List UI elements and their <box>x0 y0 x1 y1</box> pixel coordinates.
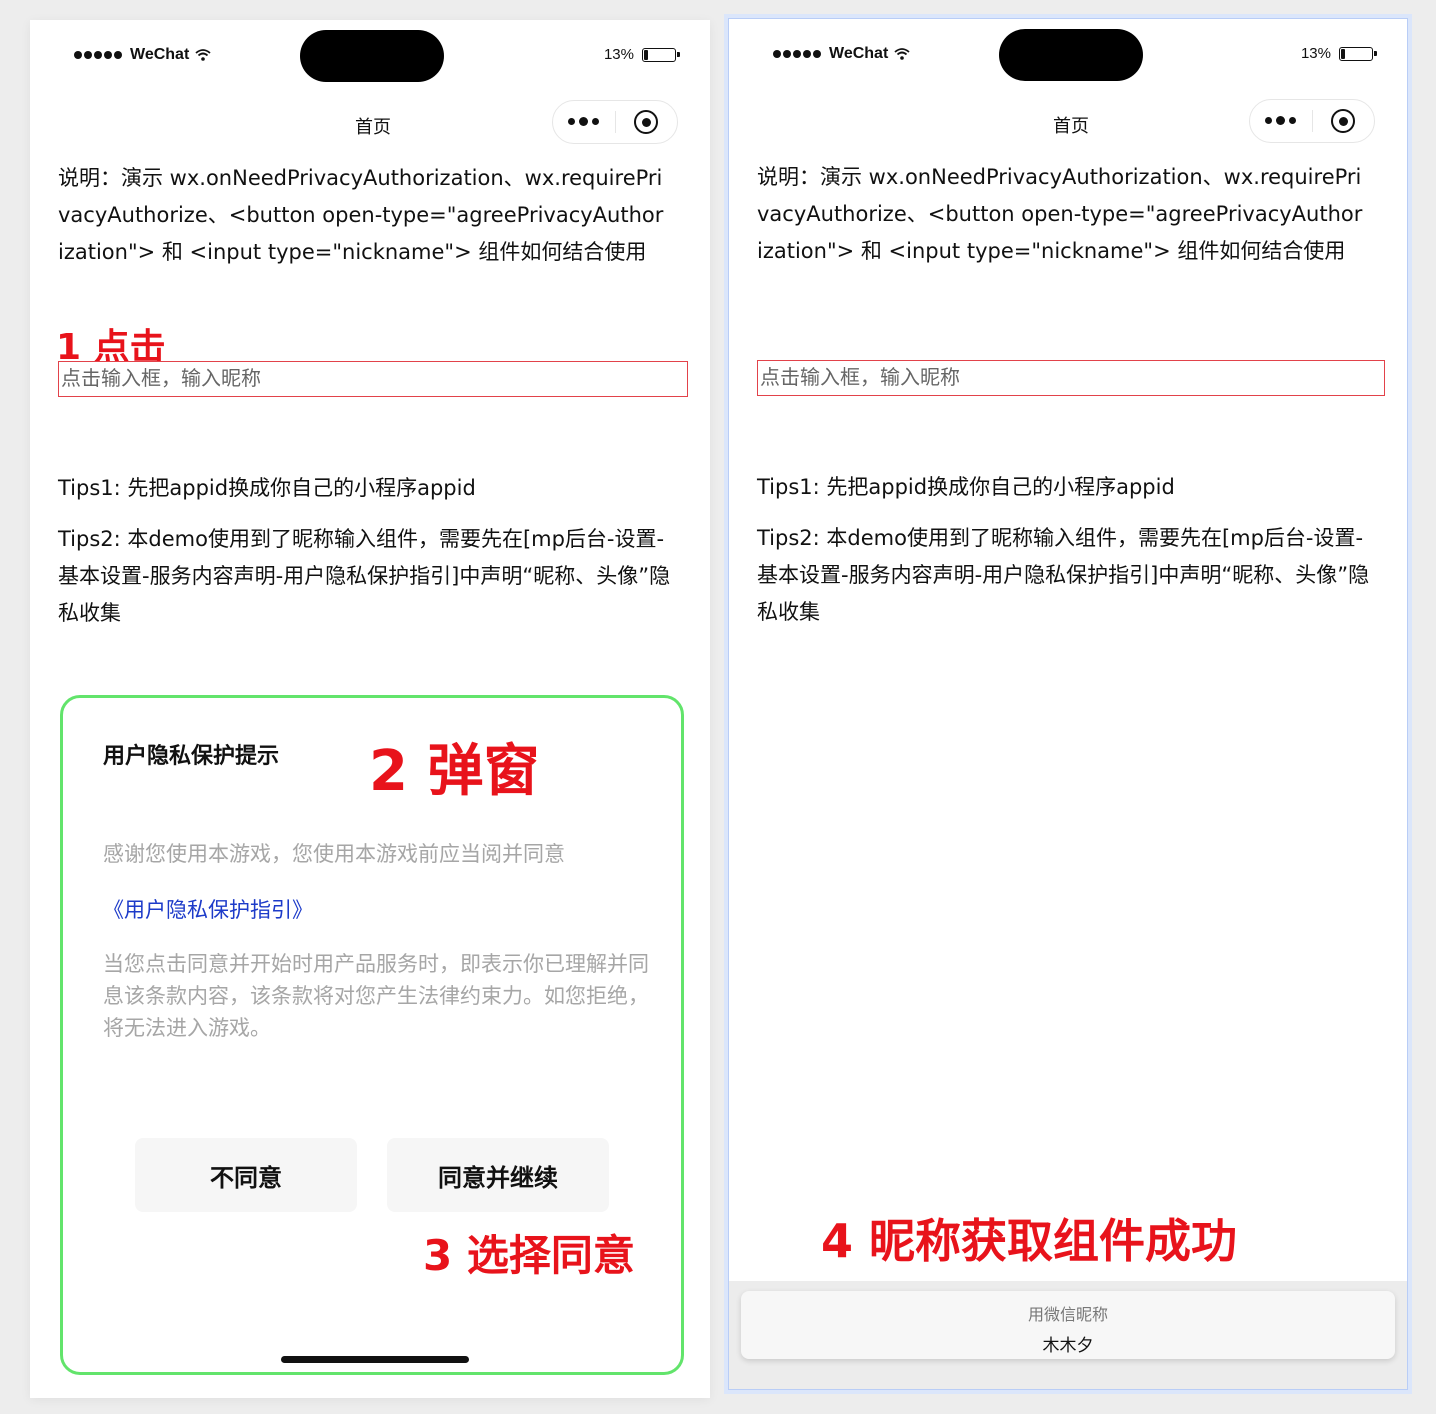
signal-dot-icon <box>84 51 92 59</box>
mini-program-capsule <box>1249 99 1375 143</box>
wechat-nickname-suggestion[interactable]: 用微信昵称 木木夕 <box>741 1291 1395 1359</box>
battery-icon <box>642 47 680 62</box>
signal-indicator: WeChat <box>74 46 211 64</box>
carrier-name: WeChat <box>130 46 190 63</box>
signal-dot-icon <box>803 50 811 58</box>
signal-dot-icon <box>74 51 82 59</box>
status-bar: WeChat 13% <box>757 19 1385 89</box>
phone-screen-right: WeChat 13% 首页 说明：演示 wx.onNeedPrivacyAuth… <box>728 18 1408 1390</box>
popup-intro-text: 感谢您使用本游戏，您使用本游戏前应当阅并同意 <box>103 842 565 866</box>
agree-continue-button[interactable]: 同意并继续 <box>387 1138 609 1212</box>
close-miniprogram-icon[interactable] <box>1313 109 1375 133</box>
disagree-button[interactable]: 不同意 <box>135 1138 357 1212</box>
annotation-step3: 3 选择同意 <box>423 1231 635 1280</box>
mini-program-capsule <box>552 100 678 144</box>
phone-screen-left: WeChat 13% 首页 说明：演示 wx.onNeedPrivacyAuth… <box>30 20 710 1398</box>
home-indicator <box>281 1356 469 1363</box>
description-text: 说明：演示 wx.onNeedPrivacyAuthorization、wx.r… <box>58 166 664 264</box>
annotation-step4: 4 昵称获取组件成功 <box>821 1214 1238 1268</box>
tips1-text: Tips1: 先把appid换成你自己的小程序appid <box>58 476 476 500</box>
wifi-icon <box>195 49 211 61</box>
carrier-name: WeChat <box>829 45 889 62</box>
close-miniprogram-icon[interactable] <box>616 110 678 134</box>
description-text: 说明：演示 wx.onNeedPrivacyAuthorization、wx.r… <box>757 165 1363 263</box>
battery-percent: 13% <box>603 46 634 63</box>
battery-percent: 13% <box>1300 45 1331 62</box>
suggestion-value: 木木夕 <box>1042 1336 1094 1356</box>
signal-indicator: WeChat <box>773 45 910 63</box>
dynamic-island <box>300 30 444 82</box>
signal-dot-icon <box>114 51 122 59</box>
page-content: WeChat 13% 首页 说明：演示 wx.onNeedPrivacyAuth… <box>757 19 1385 1389</box>
battery-indicator: 13% <box>603 46 680 63</box>
more-icon[interactable] <box>1250 116 1312 125</box>
tips2-text: Tips2: 本demo使用到了昵称输入组件，需要先在[mp后台-设置-基本设置… <box>757 526 1370 624</box>
battery-fill <box>1341 48 1345 59</box>
annotation-step2: 2 弹窗 <box>369 739 540 804</box>
popup-terms-text: 当您点击同意并开始时用产品服务时，即表示你已理解并同息该条款内容，该条款将对您产… <box>103 952 649 1040</box>
signal-dot-icon <box>783 50 791 58</box>
privacy-popup: 用户隐私保护提示 2 弹窗 感谢您使用本游戏，您使用本游戏前应当阅并同意 《用户… <box>60 695 684 1375</box>
more-icon[interactable] <box>553 117 615 126</box>
popup-title: 用户隐私保护提示 <box>103 744 280 769</box>
nickname-input[interactable]: 点击输入框，输入昵称 <box>757 360 1385 396</box>
tips2-text: Tips2: 本demo使用到了昵称输入组件，需要先在[mp后台-设置-基本设置… <box>58 527 671 625</box>
nickname-input[interactable]: 点击输入框，输入昵称 <box>58 361 688 397</box>
signal-dot-icon <box>94 51 102 59</box>
battery-indicator: 13% <box>1300 45 1377 62</box>
nickname-keyboard-bar: 用微信昵称 木木夕 <box>729 1281 1407 1389</box>
signal-dot-icon <box>793 50 801 58</box>
battery-fill <box>644 49 648 60</box>
dynamic-island <box>999 29 1143 81</box>
signal-dot-icon <box>773 50 781 58</box>
wifi-icon <box>894 48 910 60</box>
tips1-text: Tips1: 先把appid换成你自己的小程序appid <box>757 475 1175 499</box>
privacy-policy-link[interactable]: 《用户隐私保护指引》 <box>103 894 313 924</box>
status-bar: WeChat 13% <box>58 20 688 90</box>
battery-icon <box>1339 46 1377 61</box>
suggestion-label: 用微信昵称 <box>1027 1305 1108 1324</box>
signal-dot-icon <box>813 50 821 58</box>
signal-dot-icon <box>104 51 112 59</box>
